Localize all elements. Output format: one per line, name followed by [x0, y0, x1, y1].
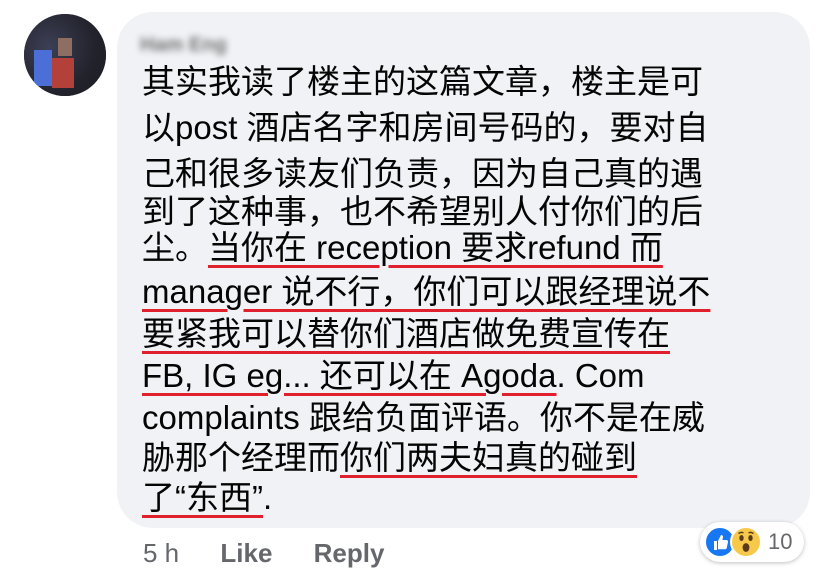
comment-text: 尘。 [142, 229, 208, 266]
comment-line: complaints 跟给负面评语。你不是在威 [142, 398, 705, 438]
comment-line: 尘。当你在 reception 要求refund 而 [142, 228, 663, 268]
comment-meta: 5 h Like Reply [143, 538, 418, 569]
underlined-text: 要紧我可以替你们酒店做免费宣传在 [142, 315, 670, 352]
comment-text: . [262, 479, 273, 516]
like-button[interactable]: Like [220, 538, 272, 568]
reaction-count: 10 [768, 529, 793, 554]
underlined-text: manager 说不行，你们可以跟经理说不 [142, 273, 711, 310]
comment-author[interactable]: Ham Eng [140, 34, 262, 56]
comment-text: 以post 酒店名字和房间号码的，要对自 [142, 109, 709, 146]
underlined-text: 当你在 reception 要求refund 而 [208, 229, 663, 266]
comment-line: FB, IG eg... 还可以在 Agoda. Com [142, 356, 645, 396]
wow-icon [730, 526, 762, 558]
underlined-text: FB, IG eg... 还可以在 Agoda [142, 357, 557, 394]
comment-line: 了“东西”. [142, 478, 272, 518]
comment-line: 以post 酒店名字和房间号码的，要对自 [142, 108, 709, 148]
comment-timestamp[interactable]: 5 h [143, 538, 179, 568]
underlined-text: 了“东西” [142, 479, 263, 516]
comment-line: 胁那个经理而你们两夫妇真的碰到 [142, 438, 637, 478]
comment-text: . Com [556, 357, 645, 394]
comment-text: 到了这种事，也不希望别人付你们的后 [142, 193, 703, 230]
comment-line: 要紧我可以替你们酒店做免费宣传在 [142, 314, 670, 354]
comment-text: 其实我读了楼主的这篇文章，楼主是可 [142, 63, 703, 100]
comment-line: 到了这种事，也不希望别人付你们的后 [142, 192, 703, 232]
comment-line: manager 说不行，你们可以跟经理说不 [142, 272, 710, 312]
reaction-summary[interactable]: 10 [700, 522, 804, 562]
comment-text: 己和很多读友们负责，因为自己真的遇 [142, 155, 703, 192]
comment-text: 胁那个经理而 [142, 439, 340, 476]
underlined-text: 你们两夫妇真的碰到 [340, 439, 637, 476]
comment-line: 其实我读了楼主的这篇文章，楼主是可 [142, 62, 703, 102]
avatar[interactable] [24, 14, 106, 96]
comment-text: complaints 跟给负面评语。你不是在威 [142, 399, 705, 436]
reply-button[interactable]: Reply [314, 538, 385, 568]
comment-line: 己和很多读友们负责，因为自己真的遇 [142, 154, 703, 194]
